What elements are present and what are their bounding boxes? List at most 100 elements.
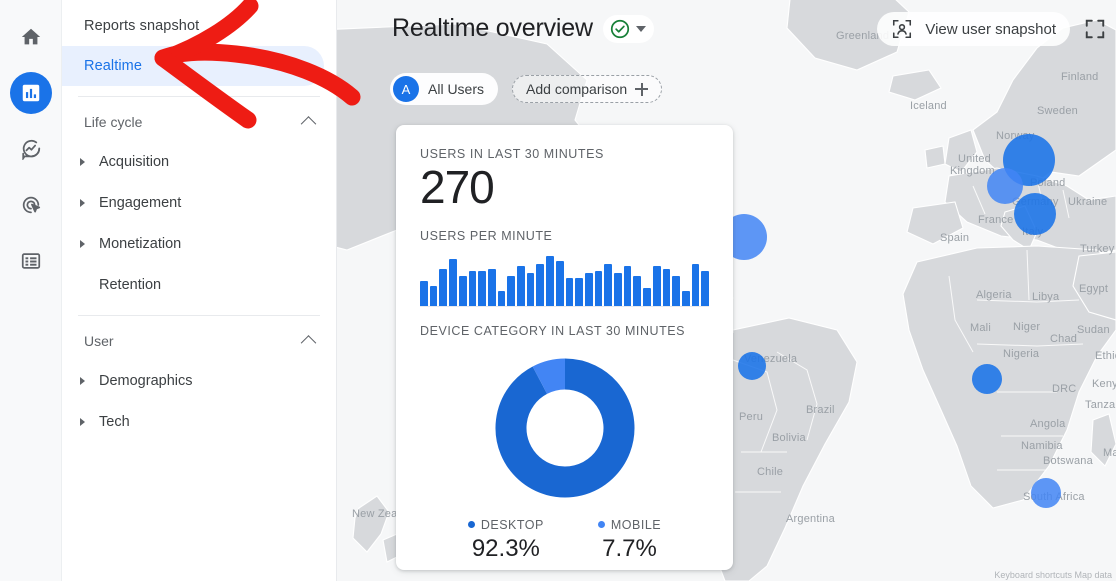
sidebar-item-retention[interactable]: Retention [62, 264, 336, 305]
bar[interactable] [575, 278, 583, 305]
user-focus-icon [891, 18, 913, 40]
chevron-up-icon[interactable] [301, 116, 317, 132]
bar[interactable] [430, 286, 438, 306]
sidebar-item-label: Retention [99, 277, 161, 293]
view-user-snapshot-button[interactable]: View user snapshot [877, 12, 1070, 46]
bar[interactable] [556, 261, 564, 306]
reports-icon[interactable] [10, 72, 52, 114]
users-last-30-label: USERS IN LAST 30 MINUTES [420, 147, 709, 161]
segment-chips: A All Users Add comparison [390, 73, 662, 105]
advertising-icon[interactable] [10, 184, 52, 226]
nav-section-user[interactable]: User [62, 322, 336, 360]
map-bubble[interactable] [1014, 193, 1056, 235]
bar[interactable] [624, 266, 632, 306]
map-attribution: Keyboard shortcuts Map data [994, 570, 1112, 580]
donut-slice[interactable] [511, 374, 619, 482]
sidebar-item-label: Engagement [99, 195, 181, 211]
page-header: Realtime overview [392, 14, 654, 43]
users-per-minute-chart[interactable] [420, 255, 709, 307]
add-comparison-button[interactable]: Add comparison [512, 75, 662, 103]
nav-section-title: Life cycle [84, 114, 142, 130]
bar[interactable] [701, 271, 709, 306]
avatar: A [393, 76, 419, 102]
bar[interactable] [595, 271, 603, 306]
caret-right-icon [80, 377, 85, 385]
bar[interactable] [449, 259, 457, 306]
bar[interactable] [566, 278, 574, 305]
primary-icon-rail [0, 0, 62, 581]
bar[interactable] [585, 273, 593, 305]
bar[interactable] [507, 276, 515, 306]
configure-icon[interactable] [10, 240, 52, 282]
sidebar-item-engagement[interactable]: Engagement [62, 182, 336, 223]
add-comparison-label: Add comparison [526, 81, 627, 97]
bar[interactable] [546, 256, 554, 306]
map-bubble[interactable] [972, 364, 1002, 394]
device-category-label: DEVICE CATEGORY IN LAST 30 MINUTES [420, 324, 709, 338]
bar[interactable] [459, 276, 467, 306]
device-donut-graphic [491, 354, 639, 502]
bar[interactable] [643, 288, 651, 305]
sidebar-item-label: Tech [99, 414, 130, 430]
sidebar-item-monetization[interactable]: Monetization [62, 223, 336, 264]
bar[interactable] [439, 269, 447, 306]
reports-nav-panel: Reports snapshot Realtime Life cycle Acq… [62, 0, 337, 581]
caret-right-icon [80, 418, 85, 426]
sidebar-item-realtime[interactable]: Realtime [62, 46, 324, 86]
bar[interactable] [682, 291, 690, 306]
legend-item-desktop: DESKTOP 92.3% [468, 518, 544, 563]
bar[interactable] [604, 264, 612, 306]
caret-right-icon [80, 199, 85, 207]
legend-dot-desktop [468, 521, 475, 528]
legend-label-mobile: MOBILE [611, 518, 661, 532]
donut-slice[interactable] [539, 374, 564, 380]
page-title: Realtime overview [392, 14, 593, 43]
sidebar-item-tech[interactable]: Tech [62, 401, 336, 442]
sidebar-item-label: Acquisition [99, 154, 169, 170]
map-bubble[interactable] [738, 352, 766, 380]
users-last-30-value: 270 [420, 163, 709, 213]
bar[interactable] [692, 264, 700, 306]
chevron-up-icon[interactable] [301, 335, 317, 351]
bar[interactable] [527, 273, 535, 305]
bar[interactable] [663, 269, 671, 306]
sidebar-item-demographics[interactable]: Demographics [62, 360, 336, 401]
map-bubble[interactable] [1031, 478, 1061, 508]
sidebar-item-label: Demographics [99, 373, 193, 389]
bar[interactable] [614, 273, 622, 305]
home-icon[interactable] [10, 16, 52, 58]
explore-icon[interactable] [10, 128, 52, 170]
legend-value-mobile: 7.7% [598, 535, 661, 563]
bar[interactable] [498, 291, 506, 306]
bar[interactable] [672, 276, 680, 306]
triangle-down-icon[interactable] [636, 26, 646, 32]
report-status-dropdown[interactable] [603, 15, 654, 43]
sidebar-item-acquisition[interactable]: Acquisition [62, 141, 336, 182]
caret-right-icon [80, 158, 85, 166]
legend-item-mobile: MOBILE 7.7% [598, 518, 661, 563]
bar[interactable] [653, 266, 661, 306]
fullscreen-icon[interactable] [1084, 18, 1106, 40]
bar[interactable] [536, 264, 544, 306]
bar[interactable] [478, 271, 486, 306]
nav-divider [78, 315, 320, 316]
view-user-snapshot-label: View user snapshot [925, 21, 1056, 38]
analytics-realtime-page: New Zealand Greenland Iceland Sweden Nor… [0, 0, 1116, 581]
all-users-chip[interactable]: A All Users [390, 73, 498, 105]
sidebar-item-label: Monetization [99, 236, 181, 252]
bar[interactable] [488, 269, 496, 306]
sidebar-item-reports-snapshot[interactable]: Reports snapshot [62, 6, 324, 46]
bar[interactable] [469, 271, 477, 306]
device-legend: DESKTOP 92.3% MOBILE 7.7% [420, 518, 709, 563]
nav-divider [78, 96, 320, 97]
legend-dot-mobile [598, 521, 605, 528]
nav-section-life-cycle[interactable]: Life cycle [62, 103, 336, 141]
users-per-minute-label: USERS PER MINUTE [420, 229, 709, 243]
map-bubble[interactable] [987, 168, 1023, 204]
bar[interactable] [633, 276, 641, 306]
plus-icon [635, 83, 648, 96]
bar[interactable] [517, 266, 525, 306]
bar[interactable] [420, 281, 428, 306]
device-category-chart[interactable] [420, 354, 709, 502]
legend-value-desktop: 92.3% [468, 535, 544, 563]
